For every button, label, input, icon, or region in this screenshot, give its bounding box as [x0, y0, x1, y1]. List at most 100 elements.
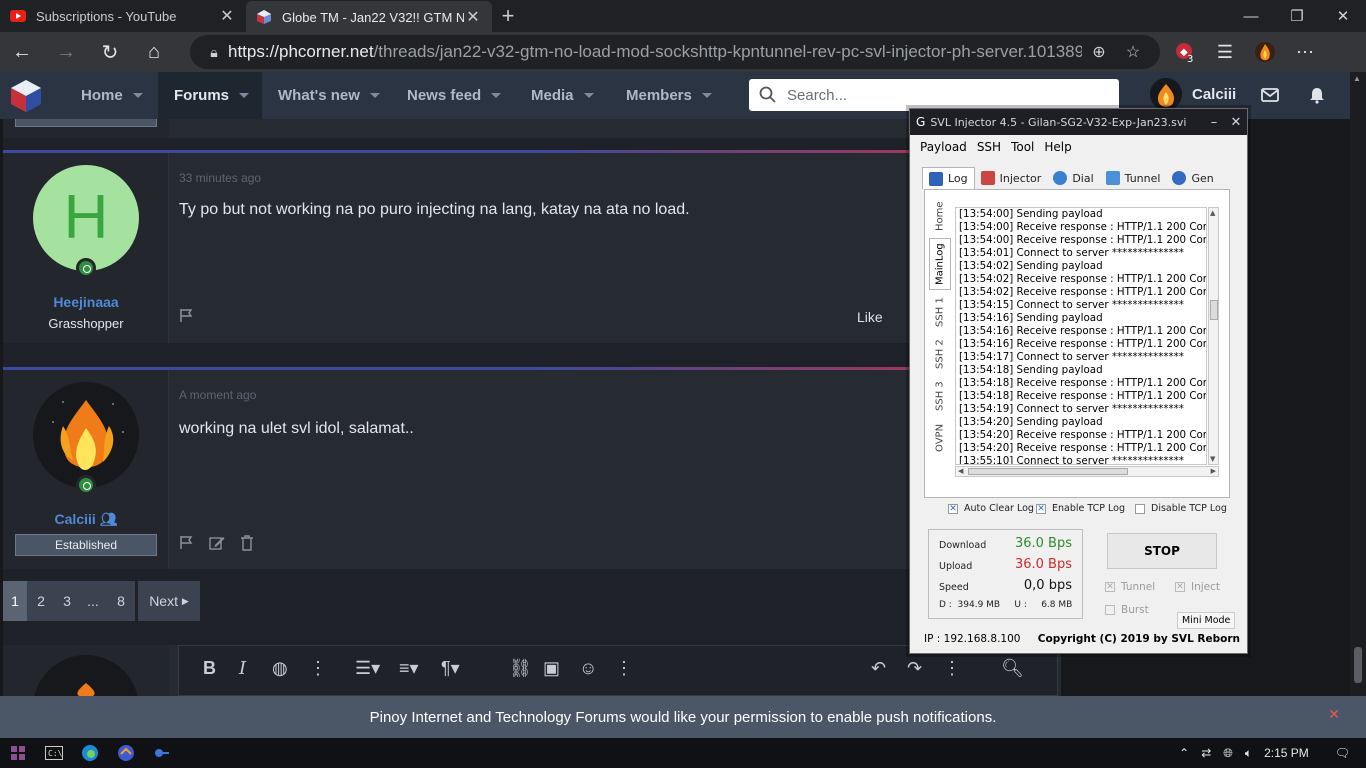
disable-tcp-log-checkbox[interactable]: Disable TCP Log [1135, 503, 1227, 514]
scroll-left-icon[interactable]: ◀ [958, 467, 963, 475]
tunnel-checkbox[interactable]: ✕ Tunnel [1105, 581, 1155, 593]
link-icon[interactable]: ⛓︎ [509, 658, 532, 679]
globe-icon[interactable]: 🌐︎ [1223, 746, 1233, 761]
avatar[interactable] [33, 382, 139, 488]
tab-gen[interactable]: Gen [1166, 167, 1219, 189]
address-bar[interactable]: 🔒︎ https://phcorner.net/threads/jan22-v3… [190, 35, 1160, 69]
page-3[interactable]: 3 [55, 581, 79, 621]
tab-phcorner[interactable]: Globe TM - Jan22 V32!! GTM No ✕ [246, 1, 492, 33]
tab-log[interactable]: Log [922, 167, 975, 189]
nav-home[interactable]: Home [66, 72, 156, 119]
post-timestamp[interactable]: A moment ago [179, 388, 256, 402]
menu-ssh[interactable]: SSH [977, 140, 1001, 154]
chevron-up-icon[interactable]: ⌃ [1179, 746, 1189, 760]
page-scrollbar[interactable]: ▲ [1350, 72, 1366, 696]
close-icon[interactable]: ✕ [218, 6, 236, 26]
mail-icon[interactable] [1261, 86, 1279, 104]
minimize-icon[interactable]: – [1203, 115, 1225, 130]
stop-button[interactable]: STOP [1107, 533, 1217, 569]
delete-icon[interactable] [240, 535, 254, 551]
scroll-thumb[interactable] [968, 468, 1128, 475]
home-icon[interactable]: ⌂ [132, 32, 176, 72]
scroll-up-icon[interactable]: ▲ [1353, 74, 1361, 83]
like-button[interactable]: Like [857, 309, 883, 325]
network-icon[interactable]: ⇄ [1201, 746, 1211, 760]
scroll-right-icon[interactable]: ▶ [1211, 467, 1216, 475]
clock-time[interactable]: 2:15 PM [1264, 746, 1309, 760]
svl-taskbar-icon[interactable] [144, 738, 180, 768]
reload-icon[interactable]: ↻ [88, 32, 132, 72]
more-icon[interactable]: ⋯ [1285, 32, 1325, 72]
chevron-down-icon[interactable] [239, 93, 250, 98]
close-window-icon[interactable]: ✕ [1320, 0, 1366, 32]
enable-tcp-log-checkbox[interactable]: ✕ Enable TCP Log [1036, 503, 1125, 514]
chevron-down-icon[interactable] [132, 93, 143, 98]
bell-icon[interactable] [1308, 86, 1326, 104]
edge-browser-icon[interactable] [72, 738, 108, 768]
site-logo[interactable] [8, 78, 44, 114]
close-icon[interactable]: ✕ [1225, 115, 1247, 130]
side-tab-ssh2[interactable]: SSH 2 [929, 334, 951, 374]
nav-members[interactable]: Members [612, 72, 722, 119]
start-icon[interactable] [0, 738, 36, 768]
minimize-icon[interactable]: — [1228, 0, 1274, 32]
page-8[interactable]: 8 [108, 581, 134, 621]
new-tab-button[interactable]: + [492, 0, 524, 32]
scroll-thumb[interactable] [1354, 647, 1362, 683]
paragraph-icon[interactable]: ¶▾ [441, 658, 460, 679]
report-flag-icon[interactable] [179, 535, 194, 550]
inject-checkbox[interactable]: ✕ Inject [1175, 581, 1220, 593]
scroll-thumb[interactable] [1210, 300, 1218, 320]
log-vertical-scrollbar[interactable]: ▲ ▼ [1208, 207, 1219, 465]
more-options-icon[interactable]: ⋮ [309, 658, 327, 679]
close-icon[interactable]: ✕ [464, 7, 482, 27]
nav-news-feed[interactable]: News feed [394, 72, 510, 119]
chevron-down-icon[interactable] [701, 93, 712, 98]
more-options-icon[interactable]: ⋮ [615, 658, 633, 679]
side-tab-ssh1[interactable]: SSH 1 [929, 292, 951, 332]
post-timestamp[interactable]: 33 minutes ago [179, 171, 261, 185]
nav-forums[interactable]: Forums [158, 72, 262, 119]
url-text[interactable]: https://phcorner.net/threads/jan22-v32-g… [228, 42, 1082, 62]
side-tab-home[interactable]: Home [929, 196, 951, 236]
menu-tool[interactable]: Tool [1011, 140, 1034, 154]
mini-mode-button[interactable]: Mini Mode [1177, 612, 1236, 629]
post-username[interactable]: Calciii 👥︎ [3, 511, 169, 528]
favorites-icon[interactable]: ☰ [1205, 32, 1245, 72]
log-text[interactable]: [13:54:00] Sending payload [13:54:00] Re… [955, 207, 1207, 465]
scroll-down-icon[interactable]: ▼ [1210, 455, 1215, 463]
terminal-icon[interactable]: C:\ [36, 738, 72, 768]
back-icon[interactable]: ← [0, 32, 44, 72]
chevron-down-icon[interactable] [491, 93, 502, 98]
side-tab-ovpn[interactable]: OVPN [929, 418, 951, 458]
emoji-icon[interactable]: ☺ [579, 658, 597, 679]
side-tab-ssh3[interactable]: SSH 3 [929, 376, 951, 416]
chevron-down-icon[interactable] [369, 93, 380, 98]
app-icon[interactable] [108, 738, 144, 768]
page-ellipsis[interactable]: ... [81, 581, 105, 621]
scroll-up-icon[interactable]: ▲ [1210, 209, 1215, 217]
forward-icon[interactable]: → [44, 32, 88, 72]
volume-icon[interactable]: 🔈︎ [1245, 746, 1252, 761]
tab-tunnel[interactable]: Tunnel [1100, 167, 1167, 189]
image-icon[interactable]: ▣ [543, 658, 560, 679]
tab-dial[interactable]: Dial [1047, 167, 1099, 189]
menu-help[interactable]: Help [1044, 140, 1071, 154]
report-flag-icon[interactable] [179, 308, 194, 323]
profile-icon[interactable] [1245, 32, 1285, 72]
palette-icon[interactable]: ◍ [272, 658, 288, 679]
next-page-button[interactable]: Next ▶ [138, 581, 200, 621]
avatar[interactable]: H [33, 165, 139, 271]
auto-clear-log-checkbox[interactable]: ✕ Auto Clear Log [948, 503, 1034, 514]
extension-icon[interactable]: ◆ 3 [1165, 32, 1205, 72]
align-icon[interactable]: ≡▾ [399, 658, 419, 679]
page-2[interactable]: 2 [29, 581, 53, 621]
undo-icon[interactable]: ↶ [871, 658, 886, 679]
nav-whats-new[interactable]: What's new [264, 72, 390, 119]
burst-checkbox[interactable]: Burst [1105, 604, 1149, 616]
nav-media[interactable]: Media [518, 72, 608, 119]
user-menu[interactable]: Calciii [1150, 78, 1236, 110]
italic-icon[interactable]: I [239, 658, 246, 679]
post-username[interactable]: Heejinaaa [3, 294, 169, 310]
chevron-down-icon[interactable] [583, 93, 594, 98]
